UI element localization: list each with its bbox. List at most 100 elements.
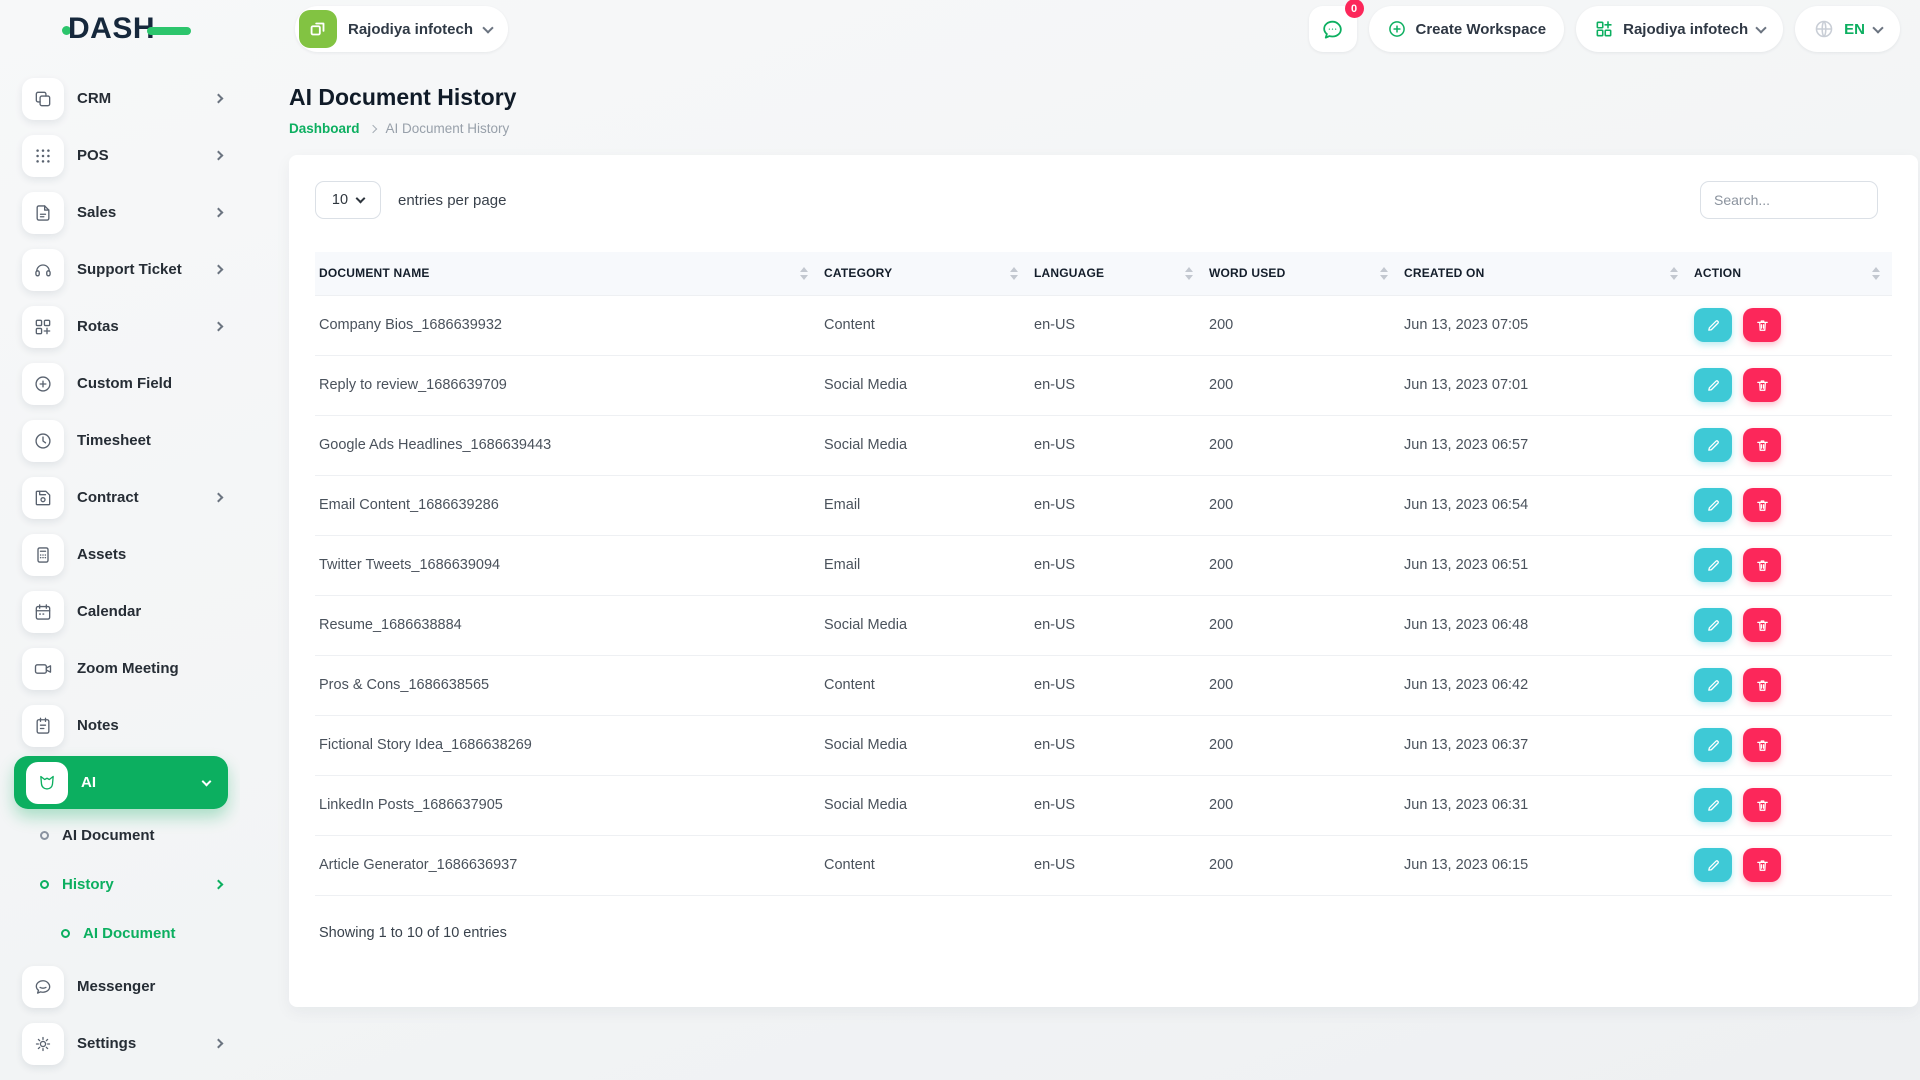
sort-icon [1185,266,1197,280]
sidebar-item-label: Zoom Meeting [77,660,179,677]
column-header-label: WORD USED [1209,266,1286,281]
column-header-category[interactable]: CATEGORY [820,252,1030,295]
breadcrumb-current: AI Document History [385,121,510,136]
sidebar: CRM POS Sales Support Ticket Rotas Custom Fie… [0,58,240,1080]
account-menu-button[interactable]: Rajodiya infotech [1576,6,1784,52]
contract-icon [22,476,64,519]
delete-button[interactable] [1743,428,1781,462]
edit-button[interactable] [1694,788,1732,822]
workspace-grid-icon [1596,21,1612,37]
cell-created-on: Jun 13, 2023 06:51 [1400,534,1690,595]
chevron-right-icon [213,150,224,161]
column-header-label: LANGUAGE [1034,266,1105,281]
cell-actions [1690,714,1892,775]
sidebar-item-label: Calendar [77,603,142,620]
language-menu-button[interactable]: EN [1795,6,1900,52]
sidebar-item-messenger[interactable]: Messenger [0,958,240,1015]
bullet-icon [40,880,49,889]
sidebar-item-assets[interactable]: Assets [0,526,240,583]
sidebar-item-timesheet[interactable]: Timesheet [0,412,240,469]
delete-button[interactable] [1743,548,1781,582]
column-header-created-on[interactable]: CREATED ON [1400,252,1690,295]
sidebar-item-label: AI Document [83,925,176,942]
delete-button[interactable] [1743,608,1781,642]
sidebar-item-zoom-meeting[interactable]: Zoom Meeting [0,640,240,697]
cell-actions [1690,474,1892,535]
delete-button[interactable] [1743,308,1781,342]
cell-language: en-US [1030,534,1205,595]
column-header-language[interactable]: LANGUAGE [1030,252,1205,295]
delete-button[interactable] [1743,668,1781,702]
cell-language: en-US [1030,834,1205,896]
delete-button[interactable] [1743,848,1781,882]
sidebar-item-ai-document[interactable]: AI Document [0,811,240,860]
table-row: Google Ads Headlines_1686639443 Social Me… [315,414,1892,475]
notification-badge: 0 [1344,0,1364,18]
chevron-right-icon [213,264,224,275]
edit-button[interactable] [1694,548,1732,582]
rotas-icon [22,305,64,348]
sidebar-item-custom-field[interactable]: Custom Field [0,355,240,412]
sidebar-item-pos[interactable]: POS [0,127,240,184]
sidebar-item-ai-document[interactable]: AI Document [0,909,240,958]
cell-actions [1690,414,1892,475]
cell-category: Email [820,474,1030,535]
breadcrumb-dashboard-link[interactable]: Dashboard [289,121,360,136]
table-row: Fictional Story Idea_1686638269 Social Me… [315,714,1892,775]
table-body: Company Bios_1686639932 Content en-US 200 Ju… [315,294,1892,896]
column-header-word-used[interactable]: WORD USED [1205,252,1400,295]
column-header-action[interactable]: ACTION [1690,252,1892,295]
edit-button[interactable] [1694,848,1732,882]
cell-word-used: 200 [1205,834,1400,896]
cell-created-on: Jun 13, 2023 06:31 [1400,774,1690,835]
cell-created-on: Jun 13, 2023 06:57 [1400,414,1690,475]
delete-button[interactable] [1743,488,1781,522]
edit-button[interactable] [1694,668,1732,702]
sidebar-item-rotas[interactable]: Rotas [0,298,240,355]
cell-category: Social Media [820,354,1030,415]
table-header-row: DOCUMENT NAME CATEGORY LANGUAGE WORD USED CR… [315,252,1892,295]
sidebar-item-support-ticket[interactable]: Support Ticket [0,241,240,298]
create-workspace-button[interactable]: Create Workspace [1368,6,1565,52]
cell-document-name: Reply to review_1686639709 [315,354,820,415]
cell-document-name: Company Bios_1686639932 [315,294,820,355]
cell-word-used: 200 [1205,774,1400,835]
account-menu-label: Rajodiya infotech [1623,20,1749,38]
sidebar-item-history[interactable]: History [0,860,240,909]
cell-document-name: Google Ads Headlines_1686639443 [315,414,820,475]
crm-icon [22,77,64,120]
sidebar-item-label: Contract [77,489,139,506]
breadcrumb: Dashboard AI Document History [289,121,1920,136]
edit-button[interactable] [1694,728,1732,762]
sidebar-item-calendar[interactable]: Calendar [0,583,240,640]
sidebar-item-settings[interactable]: Settings [0,1015,240,1072]
delete-button[interactable] [1743,728,1781,762]
table-row: Company Bios_1686639932 Content en-US 200 Ju… [315,294,1892,355]
messages-button[interactable]: 0 [1308,0,1364,52]
entries-per-page-select[interactable]: 10 [315,181,381,219]
sidebar-item-contract[interactable]: Contract [0,469,240,526]
edit-button[interactable] [1694,308,1732,342]
workspace-selector[interactable]: Rajodiya infotech [295,6,509,52]
cell-created-on: Jun 13, 2023 06:54 [1400,474,1690,535]
edit-button[interactable] [1694,428,1732,462]
cell-word-used: 200 [1205,594,1400,655]
sidebar-item-ai[interactable]: AI [14,756,228,809]
edit-button[interactable] [1694,488,1732,522]
search-input[interactable] [1700,181,1878,219]
delete-button[interactable] [1743,368,1781,402]
app-logo[interactable]: DASH [62,12,192,45]
timesheet-icon [22,419,64,462]
sidebar-item-notes[interactable]: Notes [0,697,240,754]
cell-language: en-US [1030,294,1205,355]
delete-button[interactable] [1743,788,1781,822]
logo-text: DASH [68,12,156,45]
sidebar-item-sales[interactable]: Sales [0,184,240,241]
chevron-right-icon [213,879,224,890]
cell-word-used: 200 [1205,654,1400,715]
edit-button[interactable] [1694,368,1732,402]
edit-button[interactable] [1694,608,1732,642]
sidebar-item-crm[interactable]: CRM [0,70,240,127]
column-header-document-name[interactable]: DOCUMENT NAME [315,252,820,295]
chevron-down-icon [1755,21,1767,34]
